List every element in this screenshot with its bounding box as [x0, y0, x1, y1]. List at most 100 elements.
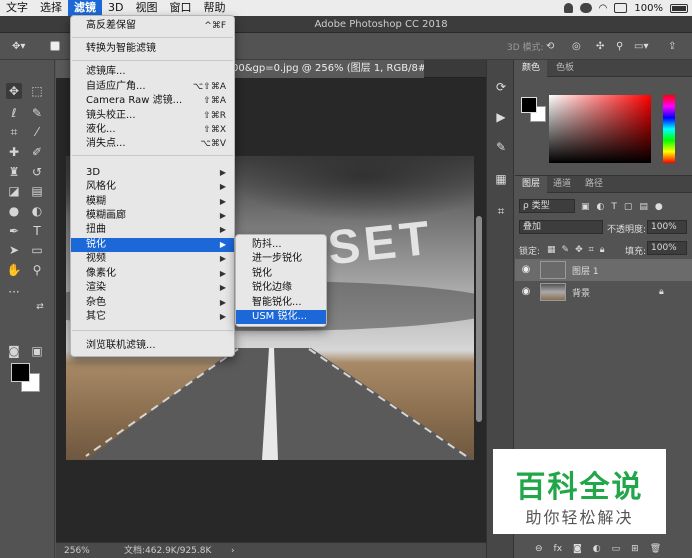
move-tool-icon[interactable]: ✥ [6, 83, 22, 99]
menu-item-pixelate[interactable]: 像素化 ▶ [71, 267, 234, 281]
shape-filter-icon[interactable]: ▢ [624, 202, 633, 212]
eyedropper-tool-icon[interactable]: ⁄ [29, 124, 45, 140]
marquee-tool-icon[interactable]: ⬚ [29, 83, 45, 99]
adjust-panel-icon[interactable]: ⌗ [494, 204, 508, 218]
actions-panel-icon[interactable]: ▶ [494, 110, 508, 124]
eraser-tool-icon[interactable]: ◪ [6, 183, 22, 199]
lock-paint-icon[interactable]: ✎ [562, 245, 570, 255]
rectangle-tool-icon[interactable]: ▭ [29, 242, 45, 258]
menu-item-vanishing-point[interactable]: 消失点... ⌥⌘V [71, 137, 234, 151]
filter-toggle-icon[interactable]: ● [655, 202, 663, 212]
lock-artboard-icon[interactable]: ⌗ [589, 245, 594, 255]
submenu-item-sharpen[interactable]: 锐化 [236, 267, 326, 281]
vertical-scrollbar[interactable] [476, 216, 482, 422]
menu-3d[interactable]: 3D [102, 0, 129, 16]
menu-view[interactable]: 视图 [129, 0, 163, 16]
menu-help[interactable]: 帮助 [197, 0, 231, 16]
gradient-tool-icon[interactable]: ▤ [29, 183, 45, 199]
menu-item-noise[interactable]: 杂色 ▶ [71, 296, 234, 310]
blend-mode-select[interactable]: 叠加 [519, 220, 603, 234]
workspace-icon[interactable]: ▭▾ [634, 39, 648, 53]
lasso-tool-icon[interactable]: ℓ [6, 105, 22, 121]
wechat-icon[interactable] [579, 3, 592, 13]
layer-row[interactable]: ◉ 图层 1 [515, 259, 692, 281]
crop-tool-icon[interactable]: ⌗ [6, 124, 22, 140]
tab-channels[interactable]: 通道 [546, 176, 578, 193]
path-select-icon[interactable]: ➤ [6, 242, 22, 258]
smart-filter-icon[interactable]: ▤ [639, 202, 648, 212]
blur-tool-icon[interactable]: ● [6, 203, 22, 219]
visibility-eye-icon[interactable]: ◉ [520, 286, 532, 298]
submenu-item-unsharp-mask[interactable]: USM 锐化... [236, 310, 326, 324]
quick-mask-icon[interactable]: ◙ [6, 343, 22, 359]
adjustment-layer-icon[interactable]: ◐ [593, 544, 601, 554]
properties-panel-icon[interactable]: ▦ [494, 172, 508, 186]
screen-mode-icon[interactable]: ▣ [29, 343, 45, 359]
adjust-filter-icon[interactable]: ◐ [597, 202, 605, 212]
menu-select[interactable]: 选择 [34, 0, 68, 16]
battery-icon[interactable] [670, 3, 688, 13]
menu-item-sharpen[interactable]: 锐化 ▶ [71, 238, 234, 252]
3d-drag-icon[interactable]: ✣ [596, 39, 604, 53]
menu-item-high-pass[interactable]: 高反差保留 ^⌘F [71, 19, 234, 33]
brush-tool-icon[interactable]: ✐ [29, 144, 45, 160]
submenu-item-shake-reduction[interactable]: 防抖... [236, 238, 326, 252]
zoom-level[interactable]: 256% [64, 543, 90, 558]
status-arrow-icon[interactable]: › [231, 543, 235, 558]
move-tool-icon[interactable]: ✥▾ [12, 39, 25, 53]
pen-tool-icon[interactable]: ✒ [6, 223, 22, 239]
menu-item-convert-smart-filter[interactable]: 转换为智能滤镜 [71, 42, 234, 56]
layer-filter-kind[interactable]: ρ 类型 [519, 199, 575, 213]
new-group-icon[interactable]: ▭ [612, 544, 621, 554]
menu-item-stylize[interactable]: 风格化 ▶ [71, 180, 234, 194]
menu-item-filter-gallery[interactable]: 滤镜库... [71, 65, 234, 79]
fill-field[interactable]: 100% [647, 241, 687, 255]
tab-paths[interactable]: 路径 [578, 176, 610, 193]
tab-layers[interactable]: 图层 [515, 176, 548, 193]
new-layer-icon[interactable]: ⊞ [631, 544, 639, 554]
more-tools-icon[interactable]: ··· [6, 284, 22, 300]
add-mask-icon[interactable]: ◙ [573, 544, 582, 554]
hue-slider[interactable] [663, 95, 675, 163]
delete-layer-icon[interactable]: 🗑︎ [650, 544, 661, 554]
menu-window[interactable]: 窗口 [163, 0, 197, 16]
zoom-tool-icon[interactable]: ⚲ [29, 262, 45, 278]
layer-row[interactable]: ◉ 背景 🔒︎ [515, 281, 692, 303]
panel-foreground-swatch[interactable] [521, 97, 537, 113]
menu-item-distort[interactable]: 扭曲 ▶ [71, 223, 234, 237]
layer-style-icon[interactable]: fx [554, 544, 563, 554]
menu-item-blur[interactable]: 模糊 ▶ [71, 195, 234, 209]
quick-select-tool-icon[interactable]: ✎ [29, 105, 45, 121]
menu-item-camera-raw[interactable]: Camera Raw 滤镜... ⇧⌘A [71, 94, 234, 108]
auto-select-checkbox[interactable] [50, 39, 60, 53]
text-filter-icon[interactable]: T [611, 202, 617, 212]
brush-settings-icon[interactable]: ✎ [494, 140, 508, 154]
3d-rotate-icon[interactable]: ⟲ [546, 39, 554, 53]
menu-item-adaptive-wide-angle[interactable]: 自适应广角... ⌥⇧⌘A [71, 80, 234, 94]
swap-colors-icon[interactable]: ⇄ [32, 299, 48, 315]
menu-filter[interactable]: 滤镜 [68, 0, 102, 16]
menu-item-render[interactable]: 渲染 ▶ [71, 281, 234, 295]
3d-roll-icon[interactable]: ◎ [572, 39, 581, 53]
menu-item-lens-correction[interactable]: 镜头校正... ⇧⌘R [71, 109, 234, 123]
dodge-tool-icon[interactable]: ◐ [29, 203, 45, 219]
lock-all-icon[interactable]: 🔒︎ [600, 245, 605, 255]
menu-item-other[interactable]: 其它 ▶ [71, 310, 234, 324]
clone-stamp-icon[interactable]: ♜ [6, 164, 22, 180]
menu-item-browse-online-filters[interactable]: 浏览联机滤镜... [71, 339, 234, 353]
lock-position-icon[interactable]: ✥ [575, 245, 583, 255]
history-panel-icon[interactable]: ⟳ [494, 80, 508, 94]
submenu-item-sharpen-more[interactable]: 进一步锐化 [236, 252, 326, 266]
submenu-item-sharpen-edges[interactable]: 锐化边缘 [236, 281, 326, 295]
notification-icon[interactable] [563, 3, 573, 13]
display-icon[interactable] [614, 3, 628, 13]
menu-item-video[interactable]: 视频 ▶ [71, 252, 234, 266]
visibility-eye-icon[interactable]: ◉ [520, 264, 532, 276]
search-icon[interactable]: ⚲ [616, 39, 623, 53]
link-layers-icon[interactable]: ⊖ [535, 544, 543, 554]
menu-item-3d[interactable]: 3D ▶ [71, 166, 234, 180]
color-picker-field[interactable] [549, 95, 651, 163]
type-tool-icon[interactable]: T [29, 223, 45, 239]
menu-item-liquify[interactable]: 液化... ⇧⌘X [71, 123, 234, 137]
tab-swatches[interactable]: 色板 [549, 60, 581, 77]
